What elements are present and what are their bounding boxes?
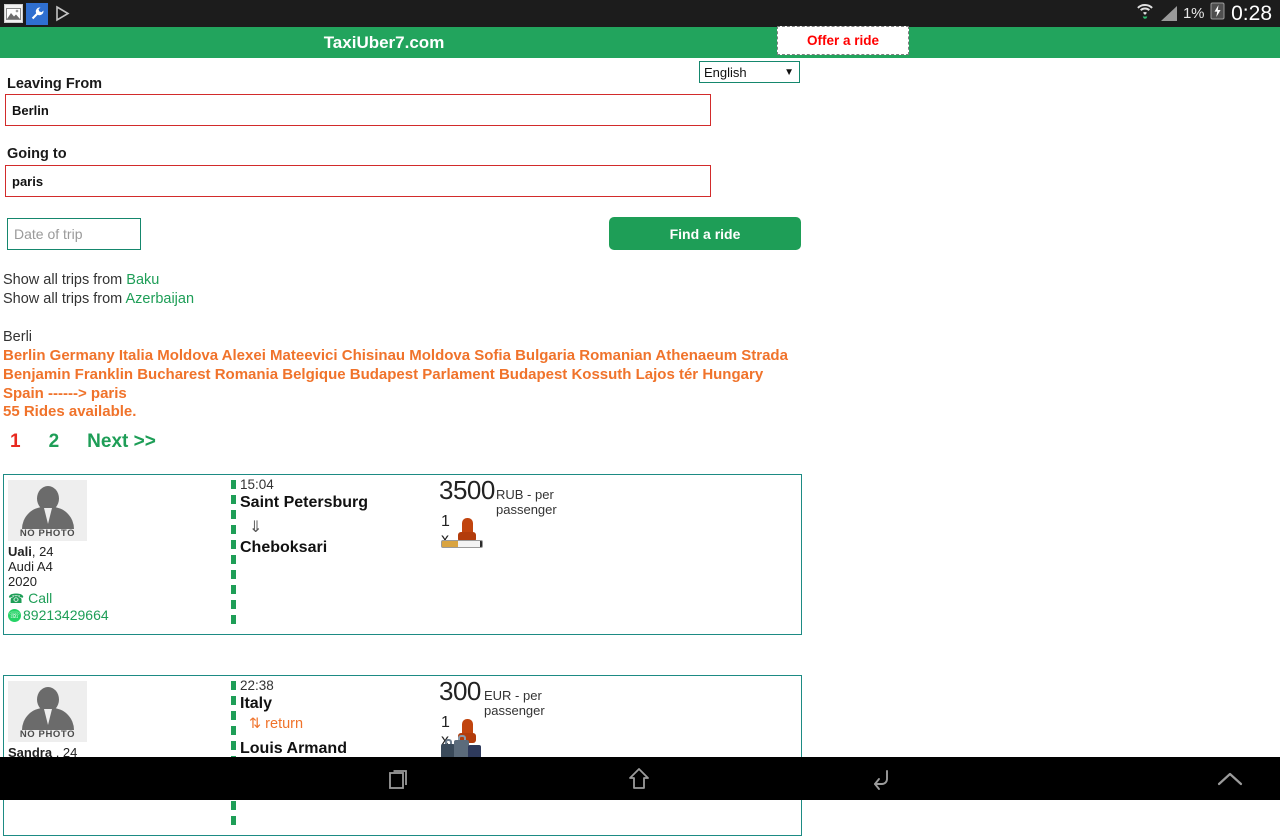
route-origin: Italy <box>240 695 273 712</box>
price-currency-note: RUB - per passenger <box>496 487 557 517</box>
avatar: NO PHOTO <box>8 681 87 742</box>
driver-age: 24 <box>39 544 54 559</box>
driver-info: NO PHOTO Uali, 24 Audi A4 2020 ☎ Call ☏ … <box>8 480 223 623</box>
route-dashed-line <box>231 480 236 629</box>
return-trip-label: ⇅ return <box>249 716 304 732</box>
call-link[interactable]: ☎ Call <box>8 590 223 607</box>
status-bar-clock: 0:28 <box>1231 1 1272 25</box>
play-store-icon <box>51 3 73 25</box>
pagination: 1 2 Next >> <box>10 431 156 453</box>
baku-link[interactable]: Baku <box>126 272 159 288</box>
show-all-trips-azerbaijan-prefix: Show all trips from <box>3 291 126 307</box>
price-currency-note: EUR - per passenger <box>484 688 545 718</box>
going-to-input[interactable] <box>5 165 711 197</box>
departure-time: 15:04 <box>240 477 274 492</box>
chevron-down-icon: ▼ <box>784 66 794 78</box>
route-arrow-down-icon: ⇓ <box>249 519 263 536</box>
ride-card[interactable]: NO PHOTO Sandra , 24 22:38 Italy ⇅ retur… <box>3 675 802 836</box>
phone-icon: ☎ <box>8 591 25 606</box>
wifi-icon <box>1135 1 1155 26</box>
call-label: Call <box>28 590 53 606</box>
cigarette-icon <box>441 539 483 549</box>
pagination-page-2[interactable]: 2 <box>49 431 60 453</box>
query-echo-label: Berli <box>3 329 33 345</box>
language-select-value: English <box>704 64 747 80</box>
gallery-icon <box>4 4 23 23</box>
no-photo-label: NO PHOTO <box>19 528 76 539</box>
pagination-next[interactable]: Next >> <box>87 431 156 453</box>
show-all-trips-baku-prefix: Show all trips from <box>3 272 127 288</box>
route-dashed-line <box>231 681 236 830</box>
route-info: 15:04 Saint Petersburg ⇓ Cheboksari <box>229 475 429 634</box>
site-title: TaxiUber7.com <box>323 33 445 52</box>
driver-info: NO PHOTO Sandra , 24 <box>8 681 223 760</box>
wrench-icon <box>26 2 48 25</box>
no-photo-label: NO PHOTO <box>19 729 76 740</box>
android-status-bar: 1% 0:28 <box>0 0 1280 27</box>
bolt-icon <box>1210 2 1225 25</box>
whatsapp-icon: ☏ <box>8 608 21 622</box>
price-amount: 300 <box>439 676 481 706</box>
offer-a-ride-button[interactable]: Offer a ride <box>777 26 909 55</box>
driver-car-year: 2020 <box>8 574 37 589</box>
driver-name: Uali <box>8 544 32 559</box>
language-select[interactable]: English ▼ <box>699 61 800 83</box>
status-bar-system-icons: 1% 0:28 <box>1135 0 1280 27</box>
show-all-trips-azerbaijan: Show all trips from Azerbaijan <box>3 291 194 307</box>
route-destination: Louis Armand <box>240 740 347 757</box>
home-icon[interactable] <box>580 757 698 800</box>
leaving-from-label: Leaving From <box>7 76 103 92</box>
status-bar-notification-icons <box>0 0 73 27</box>
driver-age-sep: , <box>31 544 40 559</box>
whatsapp-number: 89213429664 <box>23 607 109 623</box>
app-header-bar: TaxiUber7.com <box>0 27 1280 58</box>
pagination-page-1[interactable]: 1 <box>10 431 21 453</box>
ride-card[interactable]: NO PHOTO Uali, 24 Audi A4 2020 ☎ Call ☏ … <box>3 474 802 635</box>
avatar: NO PHOTO <box>8 480 87 541</box>
going-to-label: Going to <box>7 146 67 162</box>
date-of-trip-input[interactable] <box>7 218 141 250</box>
driver-car: Audi A4 <box>8 559 53 574</box>
leaving-from-input[interactable] <box>5 94 711 126</box>
battery-percent-label: 1% <box>1183 5 1205 22</box>
driver-name-age: Uali, 24 <box>8 544 223 559</box>
recent-apps-icon[interactable] <box>340 757 458 800</box>
azerbaijan-link[interactable]: Azerbaijan <box>126 291 195 307</box>
route-destination: Cheboksari <box>240 539 328 556</box>
route-info: 22:38 Italy ⇅ return Louis Armand <box>229 676 429 835</box>
back-icon[interactable] <box>822 757 940 800</box>
price-amount: 3500 <box>439 475 495 505</box>
route-description-text: Berlin Germany Italia Moldova Alexei Mat… <box>3 347 788 402</box>
rides-available-count: 55 Rides available. <box>3 403 137 420</box>
hide-navbar-icon[interactable] <box>1195 757 1265 800</box>
show-all-trips-baku: Show all trips from Baku <box>3 272 159 288</box>
route-origin: Saint Petersburg <box>240 494 369 511</box>
signal-icon <box>1161 6 1178 21</box>
whatsapp-link[interactable]: ☏ 89213429664 <box>8 607 223 623</box>
android-navigation-bar <box>0 757 1280 800</box>
find-a-ride-button[interactable]: Find a ride <box>609 217 801 250</box>
departure-time: 22:38 <box>240 678 274 693</box>
